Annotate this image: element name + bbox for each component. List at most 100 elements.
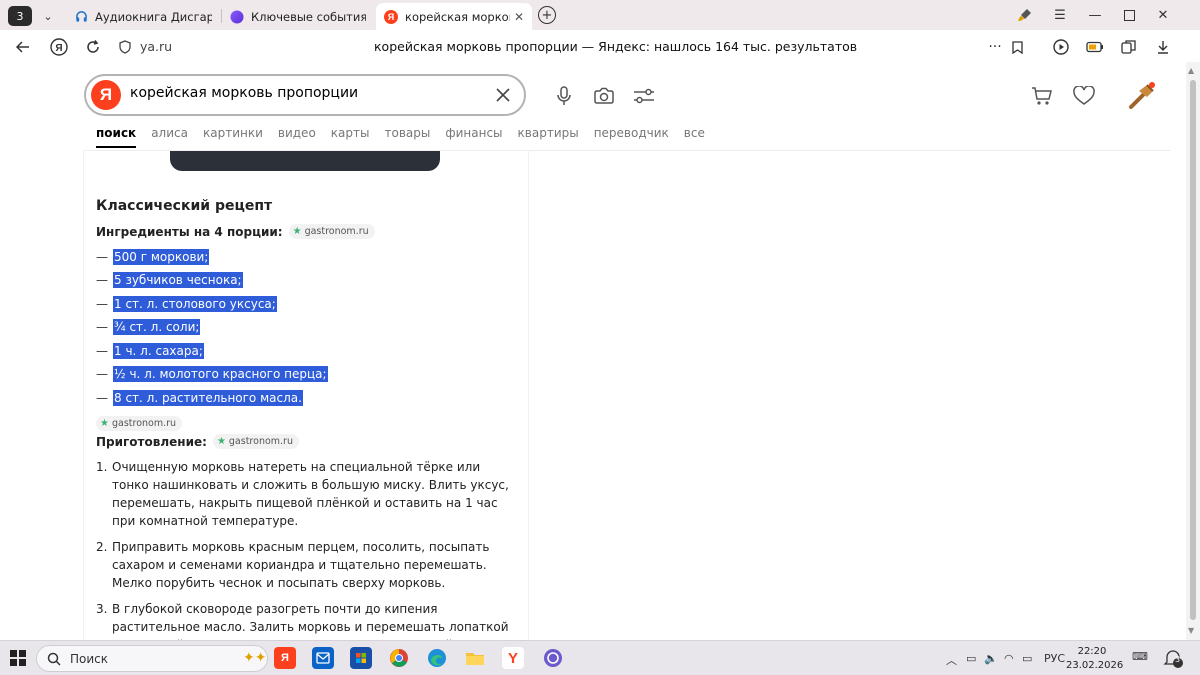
battery-icon[interactable] — [1084, 36, 1106, 58]
outlook-icon[interactable] — [312, 647, 334, 669]
tab-maps[interactable]: карты — [331, 126, 370, 148]
tab-audiobook[interactable]: Аудиокнига Дисгардиум — [66, 3, 220, 30]
avatar[interactable] — [1126, 80, 1158, 112]
clear-icon[interactable] — [492, 84, 514, 106]
taskbar: Поиск ✦✦ Я Y ︿ ▭ 🔈 ◠ ▭ РУС 22:20 23.02.2… — [0, 640, 1200, 675]
yandex-home-icon[interactable]: Я — [48, 36, 70, 58]
more-icon[interactable]: ··· — [984, 36, 1006, 58]
yandex-logo[interactable]: Я — [91, 80, 121, 110]
volume-icon[interactable]: 🔈 — [984, 652, 998, 665]
maximize-icon[interactable] — [1114, 4, 1144, 26]
headphones-icon — [74, 10, 88, 24]
app-icon[interactable] — [542, 647, 564, 669]
minimize-icon[interactable]: — — [1080, 4, 1110, 26]
play-icon[interactable] — [1050, 36, 1072, 58]
keyboard-icon[interactable]: ⌨ — [1132, 650, 1148, 663]
list-item: — ½ ч. л. молотого красного перца; — [96, 363, 328, 387]
chevron-down-icon[interactable]: ⌄ — [38, 6, 58, 26]
tab-images[interactable]: картинки — [203, 126, 263, 148]
search-results-page: Я поиск алиса картинки видео карты товар… — [0, 62, 1186, 640]
tab-video[interactable]: видео — [278, 126, 316, 148]
dash: — — [96, 390, 108, 405]
source-badge[interactable]: ★ gastronom.ru — [288, 224, 375, 239]
tab-label: Аудиокнига Дисгардиум — [95, 9, 212, 24]
download-icon[interactable] — [1152, 36, 1174, 58]
tab-search-active[interactable]: Я корейская морковь пр ✕ — [376, 3, 532, 30]
page-title[interactable]: корейская морковь пропорции — Яндекс: на… — [374, 39, 857, 54]
dash: — — [96, 296, 108, 311]
back-icon[interactable] — [12, 36, 34, 58]
search-box[interactable]: Я — [84, 74, 526, 116]
monitor-icon[interactable]: ▭ — [966, 652, 976, 665]
tab-key-events[interactable]: Ключевые события из уч — [222, 3, 374, 30]
ingredient-text[interactable]: 1 ст. л. столового уксуса; — [113, 295, 277, 312]
preparation-heading: Приготовление: ★ gastronom.ru — [96, 434, 299, 449]
recipe-image[interactable] — [170, 151, 440, 171]
source-badge[interactable]: ★ gastronom.ru — [96, 416, 183, 431]
ingredient-text[interactable]: 5 зубчиков чеснока; — [113, 272, 243, 289]
file-explorer-icon[interactable] — [464, 647, 486, 669]
collections-icon[interactable] — [1118, 36, 1140, 58]
yandex-browser-icon[interactable]: Y — [502, 647, 524, 669]
ingredients-heading: Ингредиенты на 4 порции: ★ gastronom.ru — [96, 224, 375, 239]
clock-date: 23.02.2026 — [1066, 660, 1124, 671]
tab-alice[interactable]: алиса — [151, 126, 188, 148]
ingredient-text[interactable]: 500 г моркови; — [113, 248, 210, 265]
scroll-down-icon[interactable]: ▼ — [1188, 626, 1194, 635]
tab-all[interactable]: все — [684, 126, 705, 148]
tab-search[interactable]: поиск — [96, 126, 137, 148]
taskbar-search-label: Поиск — [70, 652, 109, 666]
reload-icon[interactable] — [82, 36, 104, 58]
dash: — — [96, 343, 108, 358]
windows-start-icon[interactable] — [10, 650, 26, 666]
tab-translator[interactable]: переводчик — [594, 126, 669, 148]
search-verticals: поиск алиса картинки видео карты товары … — [96, 126, 720, 148]
scrollbar-thumb[interactable] — [1190, 80, 1196, 620]
heart-icon[interactable] — [1072, 84, 1096, 108]
edge-icon[interactable] — [426, 647, 448, 669]
source-name: gastronom.ru — [228, 436, 293, 447]
chrome-icon[interactable] — [388, 647, 410, 669]
clock-time: 22:20 — [1077, 646, 1107, 657]
shield-icon[interactable] — [114, 36, 136, 58]
yandex-app-icon[interactable]: Я — [274, 647, 296, 669]
close-icon[interactable]: ✕ — [510, 10, 524, 24]
new-tab-button[interactable]: + — [538, 6, 556, 24]
brush-icon[interactable] — [1010, 4, 1040, 26]
window-close-icon[interactable]: ✕ — [1148, 4, 1178, 26]
store-icon[interactable] — [350, 647, 372, 669]
star-icon: ★ — [100, 418, 109, 429]
tab-finance[interactable]: финансы — [445, 126, 502, 148]
taskbar-search[interactable]: Поиск ✦✦ — [36, 645, 268, 672]
notification-icon[interactable] — [1162, 649, 1184, 672]
star-icon: ★ — [292, 226, 302, 237]
address-bar: Я ya.ru корейская морковь пропорции — Ян… — [0, 30, 1200, 62]
bookmark-icon[interactable] — [1006, 36, 1028, 58]
ingredient-text[interactable]: ½ ч. л. молотого красного перца; — [113, 366, 328, 383]
ingredient-text[interactable]: ¾ ст. л. соли; — [113, 319, 201, 336]
tab-products[interactable]: товары — [384, 126, 430, 148]
steps-list: 1. Очищенную морковь натереть на специаль… — [96, 458, 516, 640]
menu-icon[interactable]: ☰ — [1045, 4, 1075, 26]
star-icon: ★ — [216, 436, 226, 447]
tab-count-badge[interactable]: 3 — [8, 6, 32, 26]
domain-label[interactable]: ya.ru — [140, 39, 172, 54]
search-input[interactable] — [130, 85, 480, 101]
source-name: gastronom.ru — [111, 418, 177, 429]
camera-search-icon[interactable] — [592, 84, 616, 108]
wifi-icon[interactable]: ◠ — [1004, 652, 1014, 665]
cart-icon[interactable] — [1030, 84, 1054, 108]
chevron-up-icon[interactable]: ︿ — [946, 652, 957, 668]
clock[interactable]: 22:20 23.02.2026 — [1066, 645, 1124, 673]
scroll-up-icon[interactable]: ▲ — [1188, 66, 1194, 75]
step-text: Приправить морковь красным перцем, посол… — [112, 540, 490, 590]
language-indicator[interactable]: РУС — [1044, 652, 1065, 665]
battery-tray-icon[interactable]: ▭ — [1022, 652, 1032, 665]
search-icon — [47, 651, 61, 670]
ingredient-text[interactable]: 1 ч. л. сахара; — [113, 342, 204, 359]
tab-realty[interactable]: квартиры — [518, 126, 579, 148]
ingredient-text[interactable]: 8 ст. л. растительного масла. — [113, 389, 303, 406]
source-badge[interactable]: ★ gastronom.ru — [212, 434, 299, 449]
filters-icon[interactable] — [632, 84, 656, 108]
microphone-icon[interactable] — [552, 84, 576, 108]
